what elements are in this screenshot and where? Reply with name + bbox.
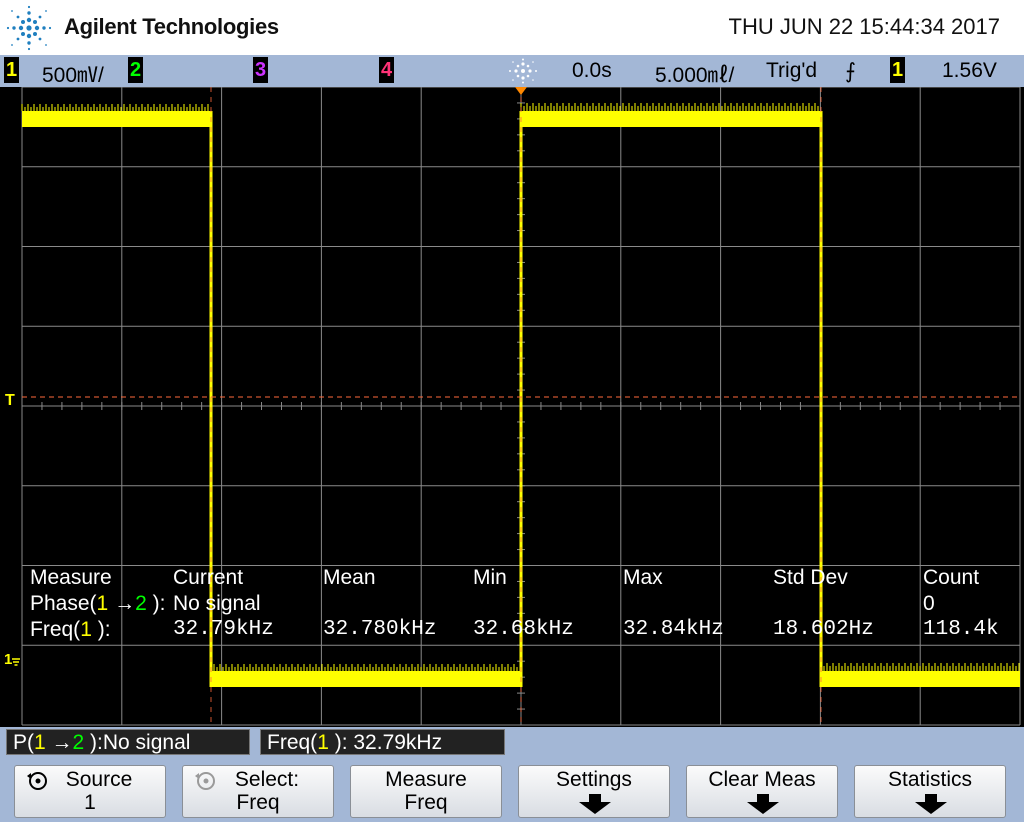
col-header-measure: Measure xyxy=(30,566,112,589)
freq-std-dev: 18.602Hz xyxy=(773,618,874,641)
arrow-down-icon xyxy=(915,794,947,814)
col-header-count: Count xyxy=(923,566,980,589)
channel-1-badge[interactable]: 1 xyxy=(4,57,19,83)
trigger-level: 1.56V xyxy=(942,59,997,82)
col-header-std-dev: Std Dev xyxy=(773,566,848,589)
agilent-spark-logo-icon xyxy=(6,5,52,51)
channel-3-badge[interactable]: 3 xyxy=(253,57,268,83)
phase-source-b: 2 xyxy=(135,592,147,615)
freq-mean: 32.780kHz xyxy=(323,618,437,641)
trigger-slope-icon: ⨍ xyxy=(845,60,856,83)
trace-plateau xyxy=(521,111,821,127)
freq-readout: Freq(1 ): 32.79kHz xyxy=(260,729,505,755)
row-freq-label: Freq(1 ): xyxy=(30,618,111,641)
softkey-panel: P(1 →2 ):No signal Freq(1 ): 32.79kHz So… xyxy=(0,727,1024,822)
col-header-max: Max xyxy=(623,566,663,589)
channel-1-scale: 500㎷/ xyxy=(42,64,104,87)
trigger-state: Trig'd xyxy=(766,59,818,82)
time-delay: 0.0s xyxy=(572,59,612,82)
freq-source: 1 xyxy=(80,618,92,641)
trigger-channel-badge: 1 xyxy=(890,57,905,83)
freq-current: 32.79kHz xyxy=(173,618,274,641)
settings-softkey[interactable]: Settings xyxy=(518,765,670,818)
source-softkey[interactable]: Source 1 xyxy=(14,765,166,818)
brand-name: Agilent Technologies xyxy=(64,14,279,39)
trace-plateau xyxy=(821,671,1020,687)
phase-readout: P(1 →2 ):No signal xyxy=(6,729,250,755)
clear-meas-softkey[interactable]: Clear Meas xyxy=(686,765,838,818)
row-phase-label: Phase(1 →2 ): xyxy=(30,592,166,615)
col-header-mean: Mean xyxy=(323,566,376,589)
time-reference-icon xyxy=(509,58,537,84)
time-scale: 5.000㎖/ xyxy=(655,64,735,87)
trace-plateau xyxy=(22,111,211,127)
channel-4-badge[interactable]: 4 xyxy=(379,57,394,83)
header: Agilent Technologies THU JUN 22 15:44:34… xyxy=(0,0,1024,55)
phase-source-a: 1 xyxy=(96,592,109,615)
date-time: THU JUN 22 15:44:34 2017 xyxy=(728,14,1001,39)
waveform-display[interactable]: T 1 Measure Current Mean Min Max Std Dev… xyxy=(0,87,1024,727)
ground-symbol-icon xyxy=(12,658,20,666)
phase-current: No signal xyxy=(173,592,261,615)
arrow-down-icon xyxy=(747,794,779,814)
measure-softkey[interactable]: Measure Freq xyxy=(350,765,502,818)
freq-max: 32.84kHz xyxy=(623,618,724,641)
trigger-level-marker[interactable]: T xyxy=(5,392,15,410)
col-header-min: Min xyxy=(473,566,507,589)
trace-plateau xyxy=(211,671,521,687)
phase-count: 0 xyxy=(923,592,935,615)
col-header-current: Current xyxy=(173,566,244,589)
trigger-position-marker xyxy=(515,87,527,95)
select-softkey[interactable]: Select: Freq xyxy=(182,765,334,818)
arrow-down-icon xyxy=(579,794,611,814)
status-bar: 1 500㎷/ 2 3 4 0.0s 5.000㎖/ Trig'd ⨍ 1 1.… xyxy=(0,55,1024,87)
ground-marker-ch1[interactable]: 1 xyxy=(4,651,12,668)
channel-2-badge[interactable]: 2 xyxy=(128,57,143,83)
statistics-softkey[interactable]: Statistics xyxy=(854,765,1006,818)
freq-min: 32.68kHz xyxy=(473,618,574,641)
freq-count: 118.4k xyxy=(923,618,999,641)
